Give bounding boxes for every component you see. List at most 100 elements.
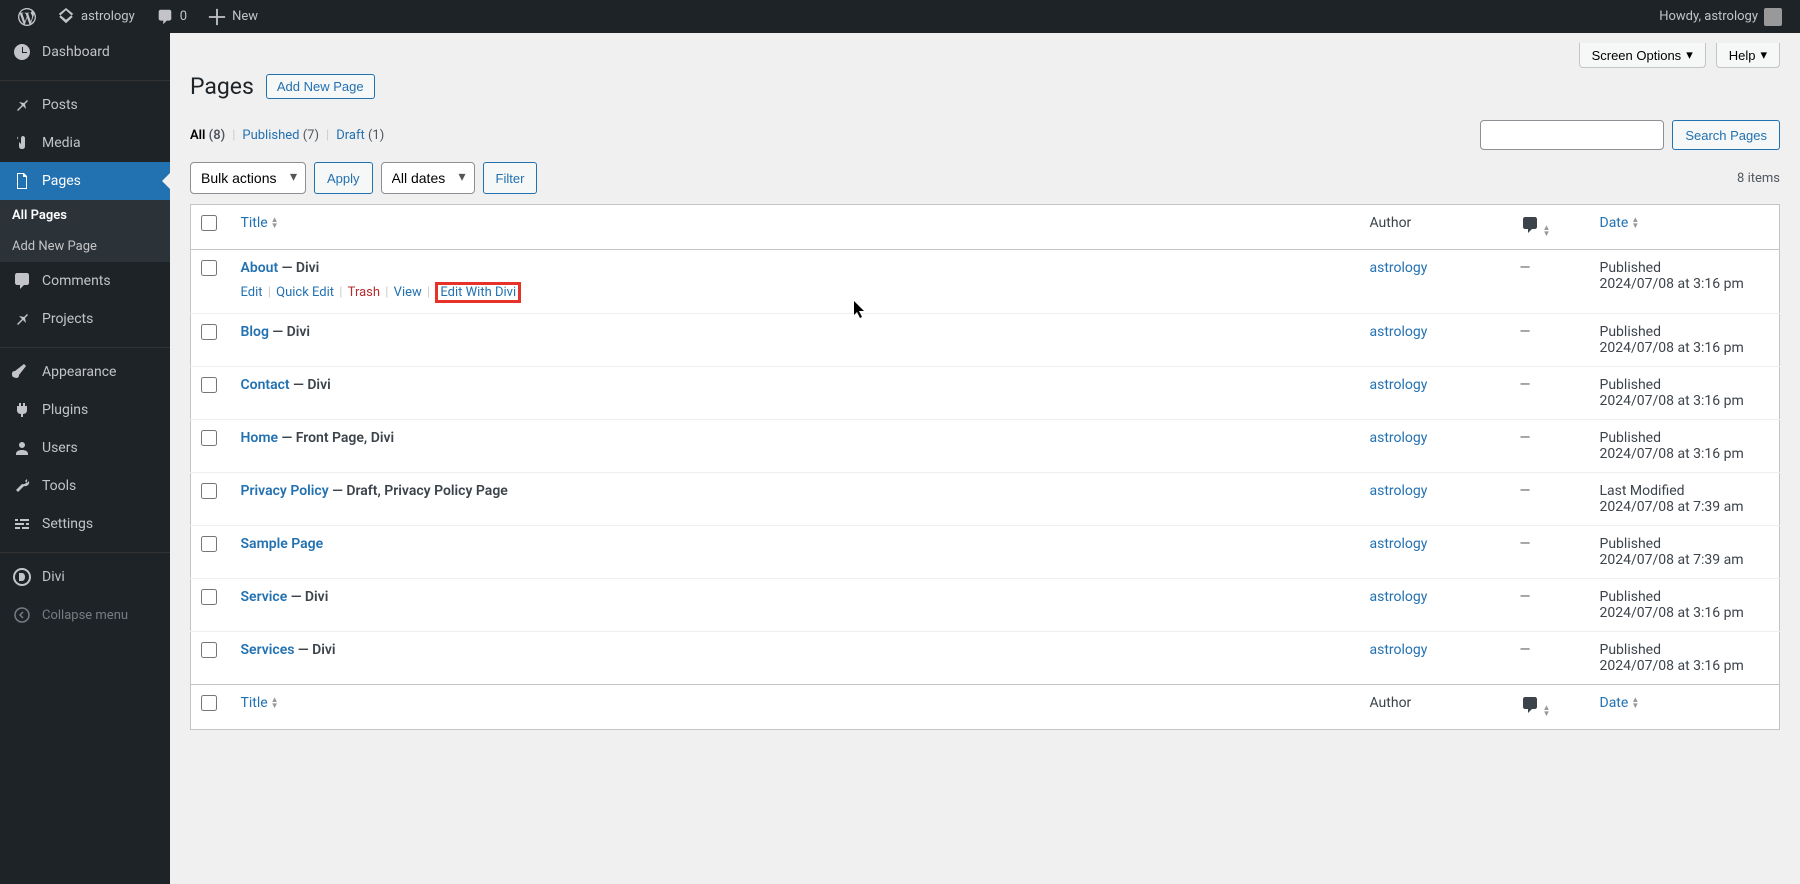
comment-count-dash: — [1520,536,1531,552]
sidebar-item-tools[interactable]: Tools [0,467,170,505]
page-title: Pages [190,73,254,100]
user-icon [12,438,32,458]
col-comments-bottom[interactable]: ▲▼ [1510,685,1590,730]
sidebar-sub-add-new[interactable]: Add New Page [0,231,170,262]
author-link[interactable]: astrology [1370,483,1428,499]
sidebar-item-users[interactable]: Users [0,429,170,467]
row-checkbox[interactable] [201,483,217,499]
avatar-icon [1764,8,1782,26]
row-checkbox[interactable] [201,642,217,658]
sidebar-item-media[interactable]: Media [0,124,170,162]
screen-options-button[interactable]: Screen Options ▾ [1579,43,1706,68]
comment-icon [12,271,32,291]
col-author-bottom: Author [1360,685,1510,730]
comments-link[interactable]: 0 [148,0,195,33]
apply-button[interactable]: Apply [314,162,373,194]
trash-link[interactable]: Trash [348,285,380,300]
date-cell: Published2024/07/08 at 3:16 pm [1590,367,1780,420]
dashboard-label: Dashboard [42,44,110,60]
add-new-button[interactable]: Add New Page [266,74,375,99]
sidebar-item-dashboard[interactable]: Dashboard [0,33,170,71]
page-title-link[interactable]: About [241,260,279,276]
col-date-sort[interactable]: Date▲▼ [1600,215,1640,231]
filter-published[interactable]: Published (7) [242,128,319,143]
sidebar-item-pages[interactable]: Pages [0,162,170,200]
sidebar-item-posts[interactable]: Posts [0,86,170,124]
bulk-actions-select[interactable]: Bulk actions [190,162,306,194]
col-comments[interactable]: ▲▼ [1510,205,1590,250]
author-link[interactable]: astrology [1370,642,1428,658]
new-label: New [232,9,258,24]
filter-button[interactable]: Filter [483,162,538,194]
date-cell: Published2024/07/08 at 3:16 pm [1590,250,1780,314]
page-title-link[interactable]: Home [241,430,279,446]
sidebar-item-settings[interactable]: Settings [0,505,170,543]
row-checkbox[interactable] [201,324,217,340]
table-row: Sample Page astrology — Published2024/07… [191,526,1780,579]
select-all-checkbox-bottom[interactable] [201,695,217,711]
admin-sidebar: Dashboard Posts Media Pages All Pages Ad… [0,33,170,884]
author-link[interactable]: astrology [1370,324,1428,340]
col-title-sort-bottom[interactable]: Title▲▼ [241,695,279,711]
search-input[interactable] [1480,120,1664,150]
author-link[interactable]: astrology [1370,260,1428,276]
page-title-link[interactable]: Blog [241,324,269,340]
date-cell: Published2024/07/08 at 3:16 pm [1590,579,1780,632]
pages-icon [12,171,32,191]
comment-count-dash: — [1520,589,1531,605]
edit-divi-link[interactable]: Edit With Divi [440,285,516,300]
sidebar-item-appearance[interactable]: Appearance [0,353,170,391]
new-link[interactable]: New [200,0,266,33]
page-title-link[interactable]: Privacy Policy [241,483,329,499]
post-state: — Divi [298,642,336,658]
col-title-sort[interactable]: Title▲▼ [241,215,279,231]
appearance-label: Appearance [42,364,116,380]
sidebar-collapse[interactable]: Collapse menu [0,596,170,634]
author-link[interactable]: astrology [1370,430,1428,446]
sliders-icon [12,514,32,534]
sidebar-item-divi[interactable]: Divi [0,558,170,596]
projects-label: Projects [42,311,93,327]
pages-label: Pages [42,173,81,189]
view-link[interactable]: View [394,285,422,300]
plugins-label: Plugins [42,402,88,418]
page-title-link[interactable]: Service [241,589,288,605]
comment-count-dash: — [1520,324,1531,340]
admin-topbar: astrology 0 New Howdy, astrology [0,0,1800,33]
author-link[interactable]: astrology [1370,377,1428,393]
row-checkbox[interactable] [201,377,217,393]
wp-logo[interactable] [10,0,44,33]
page-title-link[interactable]: Services [241,642,295,658]
plug-icon [12,400,32,420]
edit-divi-highlight: Edit With Divi [435,282,521,303]
filter-draft[interactable]: Draft (1) [336,128,384,143]
row-actions: Edit | Quick Edit | Trash | View | Edit … [241,282,1350,303]
row-checkbox[interactable] [201,260,217,276]
status-filter: All (8) | Published (7) | Draft (1) [190,128,384,143]
sidebar-sub-all-pages[interactable]: All Pages [0,200,170,231]
filter-all[interactable]: All (8) [190,128,225,143]
author-link[interactable]: astrology [1370,536,1428,552]
page-title-link[interactable]: Contact [241,377,290,393]
sidebar-item-comments[interactable]: Comments [0,262,170,300]
table-row: Privacy Policy — Draft, Privacy Policy P… [191,473,1780,526]
quick-edit-link[interactable]: Quick Edit [276,285,334,300]
search-button[interactable]: Search Pages [1672,120,1780,150]
col-date-sort-bottom[interactable]: Date▲▼ [1600,695,1640,711]
site-name-link[interactable]: astrology [49,0,143,33]
row-checkbox[interactable] [201,536,217,552]
help-button[interactable]: Help ▾ [1716,43,1780,68]
date-filter-select[interactable]: All dates [381,162,475,194]
row-checkbox[interactable] [201,589,217,605]
page-title-link[interactable]: Sample Page [241,536,324,552]
user-greeting[interactable]: Howdy, astrology [1651,0,1790,33]
sidebar-item-plugins[interactable]: Plugins [0,391,170,429]
edit-link[interactable]: Edit [241,285,263,300]
table-row: About — Divi Edit | Quick Edit | Trash |… [191,250,1780,314]
select-all-checkbox[interactable] [201,215,217,231]
author-link[interactable]: astrology [1370,589,1428,605]
site-name: astrology [81,9,135,24]
row-checkbox[interactable] [201,430,217,446]
sidebar-item-projects[interactable]: Projects [0,300,170,338]
comments-label: Comments [42,273,111,289]
